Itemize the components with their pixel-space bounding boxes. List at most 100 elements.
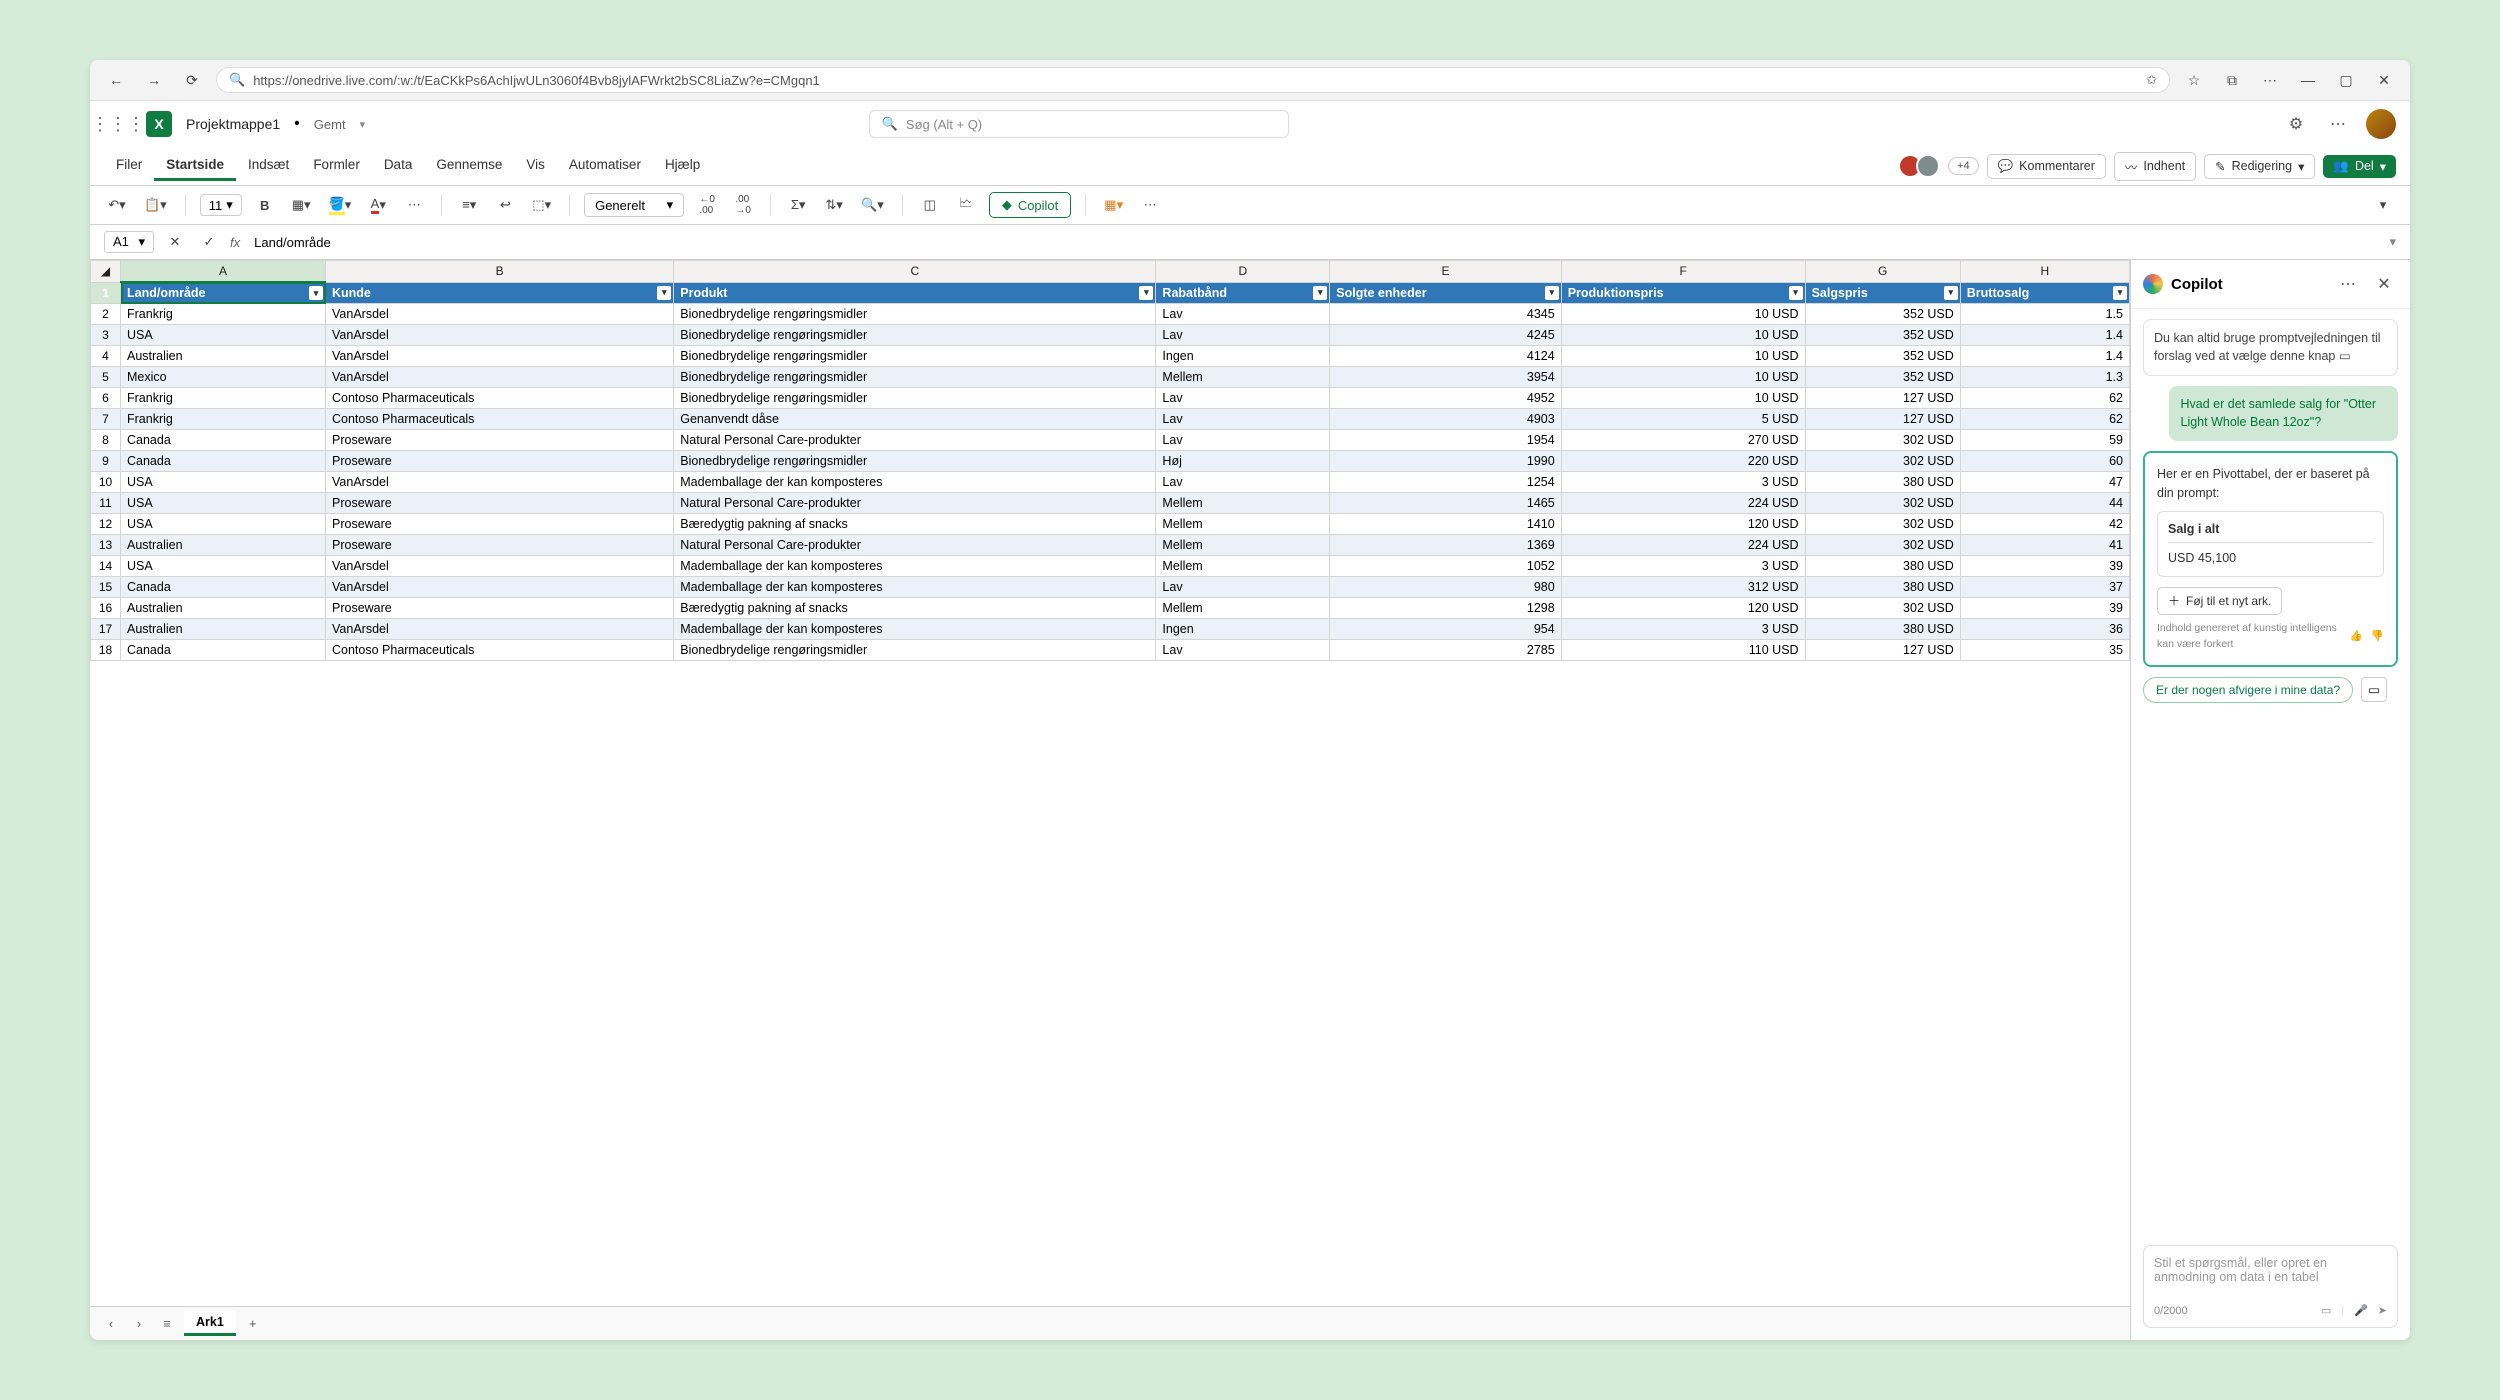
cell[interactable]: Bionedbrydelige rengøringsmidler [674, 304, 1156, 325]
cell[interactable]: 1.4 [1960, 325, 2129, 346]
catchup-button[interactable]: 〰 Indhent [2114, 152, 2196, 181]
cell[interactable]: Frankrig [121, 409, 326, 430]
prev-sheet-button[interactable]: ‹ [100, 1313, 122, 1335]
sheet-tab[interactable]: Ark1 [184, 1311, 236, 1336]
thumbs-up-icon[interactable]: 👍 [2350, 629, 2363, 645]
cell[interactable]: 302 USD [1805, 451, 1960, 472]
filter-dropdown-icon[interactable]: ▾ [1313, 286, 1327, 300]
cell[interactable]: 62 [1960, 388, 2129, 409]
cell[interactable]: USA [121, 514, 326, 535]
column-header[interactable]: G [1805, 261, 1960, 283]
cell[interactable]: Lav [1156, 472, 1330, 493]
cell[interactable]: 220 USD [1561, 451, 1805, 472]
column-header[interactable]: C [674, 261, 1156, 283]
ribbon-tab-hjælp[interactable]: Hjælp [653, 151, 712, 181]
decrease-decimal-button[interactable]: .00→0 [730, 192, 756, 218]
cell[interactable]: 1410 [1330, 514, 1561, 535]
collections-icon[interactable]: ⧉ [2218, 66, 2246, 94]
row-header[interactable]: 2 [91, 304, 121, 325]
cell[interactable]: VanArsdel [326, 367, 674, 388]
cell[interactable]: Proseware [326, 451, 674, 472]
accept-formula-icon[interactable]: ✓ [196, 229, 222, 255]
cell[interactable]: 60 [1960, 451, 2129, 472]
cell[interactable]: 127 USD [1805, 409, 1960, 430]
refresh-button[interactable]: ⟳ [178, 66, 206, 94]
paste-button[interactable]: 📋▾ [140, 192, 171, 218]
row-header[interactable]: 16 [91, 598, 121, 619]
cell[interactable]: 39 [1960, 598, 2129, 619]
ribbon-tab-indsæt[interactable]: Indsæt [236, 151, 301, 181]
cell[interactable]: Ingen [1156, 619, 1330, 640]
cell[interactable]: Lav [1156, 640, 1330, 661]
cell[interactable]: 4952 [1330, 388, 1561, 409]
copilot-input-box[interactable]: 0/2000 ▭ | 🎤 ➤ [2143, 1245, 2398, 1328]
cell[interactable]: 1954 [1330, 430, 1561, 451]
fill-color-button[interactable]: 🪣▾ [325, 192, 356, 218]
cell[interactable]: Bionedbrydelige rengøringsmidler [674, 346, 1156, 367]
table-header-cell[interactable]: Land/område▾ [121, 282, 326, 304]
toolbar-overflow-icon[interactable]: ⋯ [1137, 192, 1163, 218]
cell[interactable]: 302 USD [1805, 535, 1960, 556]
cell[interactable]: Natural Personal Care-produkter [674, 430, 1156, 451]
cell[interactable]: 127 USD [1805, 388, 1960, 409]
share-button[interactable]: 👥 Del ▾ [2323, 155, 2396, 178]
ribbon-tab-gennemse[interactable]: Gennemse [424, 151, 514, 181]
cell[interactable]: 5 USD [1561, 409, 1805, 430]
ribbon-tab-automatiser[interactable]: Automatiser [557, 151, 653, 181]
cell[interactable]: 1369 [1330, 535, 1561, 556]
cell[interactable]: Proseware [326, 598, 674, 619]
comments-button[interactable]: 💬 Kommentarer [1987, 154, 2106, 179]
cell[interactable]: Natural Personal Care-produkter [674, 535, 1156, 556]
cell[interactable]: 3954 [1330, 367, 1561, 388]
ribbon-tab-startside[interactable]: Startside [154, 151, 236, 181]
cell[interactable]: 2785 [1330, 640, 1561, 661]
cell[interactable]: Proseware [326, 430, 674, 451]
row-header[interactable]: 7 [91, 409, 121, 430]
cell[interactable]: 62 [1960, 409, 2129, 430]
ribbon-tab-vis[interactable]: Vis [514, 151, 557, 181]
cell[interactable]: 1990 [1330, 451, 1561, 472]
cell[interactable]: 380 USD [1805, 619, 1960, 640]
cell[interactable]: 120 USD [1561, 598, 1805, 619]
editing-mode-button[interactable]: ✎ Redigering ▾ [2204, 154, 2315, 179]
thumbs-down-icon[interactable]: 👎 [2371, 629, 2384, 645]
cell[interactable]: 954 [1330, 619, 1561, 640]
cell[interactable]: Bionedbrydelige rengøringsmidler [674, 325, 1156, 346]
back-button[interactable]: ← [102, 66, 130, 94]
cell[interactable]: 110 USD [1561, 640, 1805, 661]
column-header[interactable]: F [1561, 261, 1805, 283]
filter-dropdown-icon[interactable]: ▾ [1944, 286, 1958, 300]
send-icon[interactable]: ➤ [2378, 1304, 2387, 1317]
copilot-more-icon[interactable]: ⋯ [2334, 270, 2362, 298]
cell[interactable]: 1465 [1330, 493, 1561, 514]
cell[interactable]: 10 USD [1561, 388, 1805, 409]
filter-dropdown-icon[interactable]: ▾ [2113, 286, 2127, 300]
cell[interactable]: 41 [1960, 535, 2129, 556]
maximize-button[interactable]: ▢ [2332, 66, 2360, 94]
cell[interactable]: 3 USD [1561, 472, 1805, 493]
cell[interactable]: Canada [121, 640, 326, 661]
filter-dropdown-icon[interactable]: ▾ [657, 286, 671, 300]
cell[interactable]: 224 USD [1561, 493, 1805, 514]
cell[interactable]: 352 USD [1805, 346, 1960, 367]
browser-menu-icon[interactable]: ⋯ [2256, 66, 2284, 94]
cell[interactable]: 352 USD [1805, 325, 1960, 346]
cell[interactable]: 127 USD [1805, 640, 1960, 661]
presence-avatars[interactable] [1904, 154, 1940, 178]
ribbon-tab-filer[interactable]: Filer [104, 151, 154, 181]
table-header-cell[interactable]: Bruttosalg▾ [1960, 282, 2129, 304]
cell[interactable]: USA [121, 556, 326, 577]
cell[interactable]: VanArsdel [326, 577, 674, 598]
cell[interactable]: 302 USD [1805, 598, 1960, 619]
cell[interactable]: Lav [1156, 577, 1330, 598]
add-to-sheet-button[interactable]: ＋ Føj til et nyt ark. [2157, 587, 2282, 615]
cell[interactable]: Genanvendt dåse [674, 409, 1156, 430]
prompt-guide-button[interactable]: ▭ [2361, 677, 2387, 702]
cell[interactable]: Natural Personal Care-produkter [674, 493, 1156, 514]
row-header[interactable]: 3 [91, 325, 121, 346]
cell[interactable]: Frankrig [121, 388, 326, 409]
all-sheets-button[interactable]: ≡ [156, 1313, 178, 1335]
cell[interactable]: 35 [1960, 640, 2129, 661]
favorites-icon[interactable]: ☆ [2180, 66, 2208, 94]
analyze-icon[interactable]: 🗠 [953, 192, 979, 218]
